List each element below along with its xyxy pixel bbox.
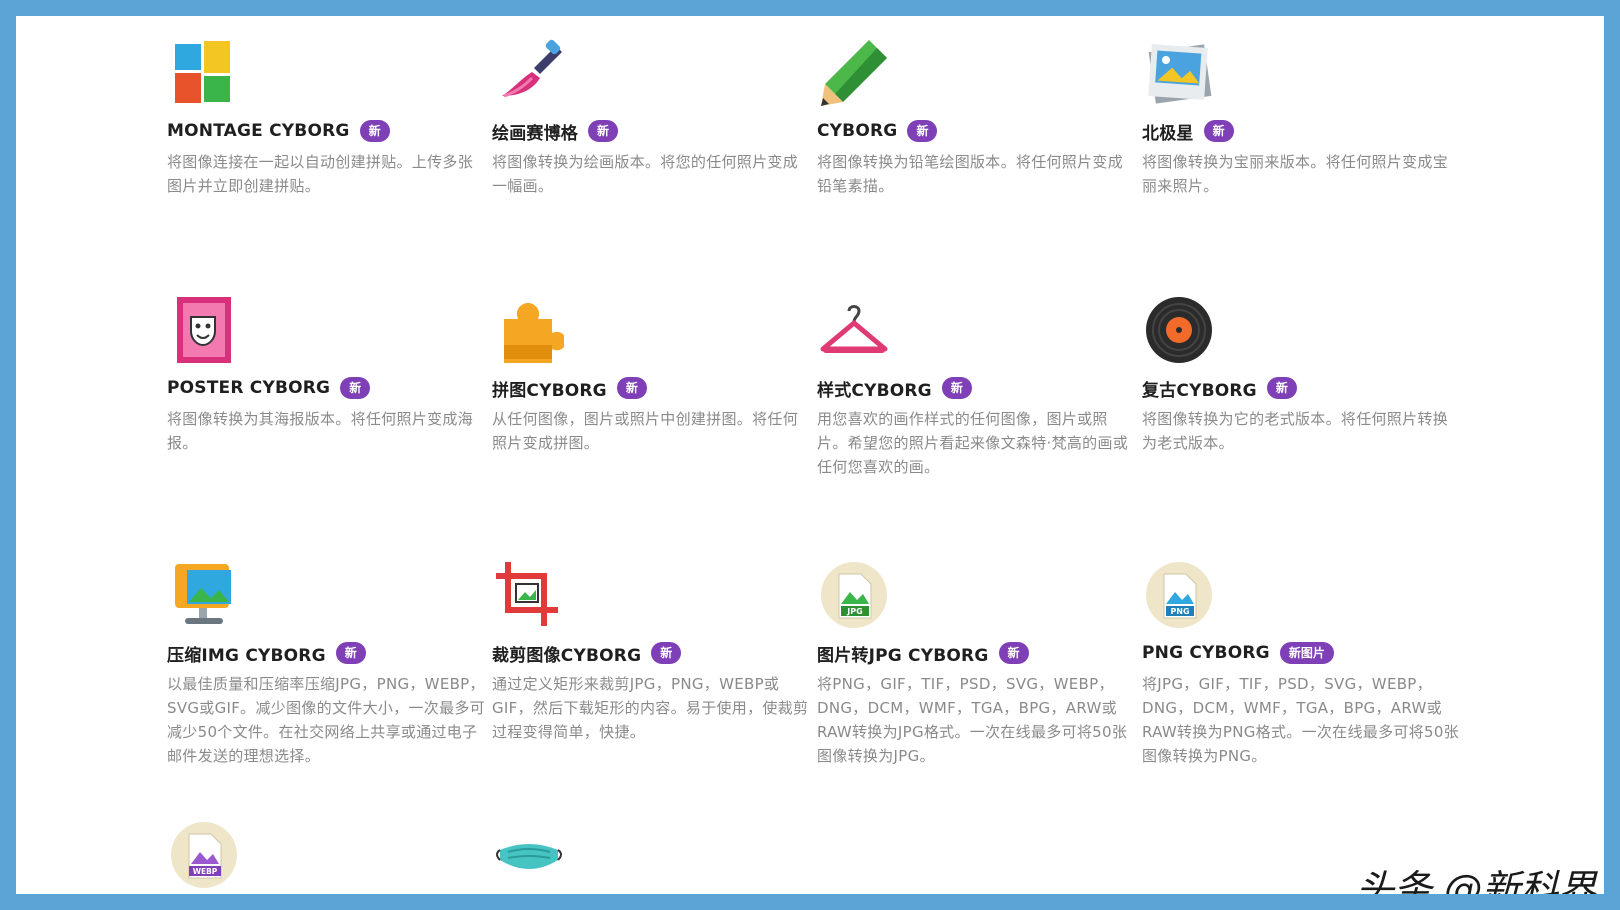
new-badge: 新图片 <box>1279 642 1334 664</box>
tool-description: 将图像转换为它的老式版本。将任何照片转换为老式版本。 <box>1142 410 1449 452</box>
new-badge: 新 <box>588 120 619 142</box>
tool-description: 将JPG，GIF，TIF，PSD，SVG，WEBP，DNG，DCM，WMF，TG… <box>1142 675 1459 765</box>
tool-description: 将PNG，GIF，TIF，PSD，SVG，WEBP，DNG，DCM，WMF，TG… <box>817 675 1128 765</box>
compress-image-icon <box>169 560 239 630</box>
tool-card-retro[interactable]: 复古CYBORG 新 将图像转换为它的老式版本。将任何照片转换为老式版本。 <box>1142 295 1462 455</box>
polaroid-photo-icon <box>1144 38 1214 108</box>
watermark-text: 头条 @新科界 <box>1356 867 1597 894</box>
tool-description: 将图像转换为宝丽来版本。将任何照片变成宝丽来照片。 <box>1142 153 1449 195</box>
tool-card-puzzle[interactable]: 拼图CYBORG 新 从任何图像，图片或照片中创建拼图。将任何照片变成拼图。 <box>492 295 812 455</box>
new-badge: 新 <box>998 642 1029 664</box>
tool-card-webp[interactable]: WEBP <box>167 820 487 890</box>
tool-title: 裁剪图像CYBORG <box>492 645 642 666</box>
tool-card-png[interactable]: PNG PNG CYBORG 新图片 将JPG，GIF，TIF，PSD，SVG，… <box>1142 560 1462 768</box>
tool-description: 将图像连接在一起以自动创建拼贴。上传多张图片并立即创建拼贴。 <box>167 153 474 195</box>
tool-description: 将图像转换为绘画版本。将您的任何照片变成一幅画。 <box>492 153 799 195</box>
tool-description: 从任何图像，图片或照片中创建拼图。将任何照片变成拼图。 <box>492 410 799 452</box>
new-badge: 新 <box>1203 120 1234 142</box>
hanger-icon <box>819 295 889 365</box>
new-badge: 新 <box>616 377 647 399</box>
tool-card-mask[interactable] <box>492 820 812 890</box>
crop-icon <box>494 560 564 630</box>
png-icon-label: PNG <box>1170 607 1189 616</box>
tool-title: POSTER CYBORG <box>167 378 331 398</box>
new-badge: 新 <box>359 120 390 142</box>
face-mask-icon <box>494 820 564 890</box>
theater-mask-poster-icon <box>169 295 239 365</box>
tool-grid-panel: MONTAGE CYBORG 新 将图像连接在一起以自动创建拼贴。上传多张图片并… <box>16 16 1604 894</box>
tool-title: PNG CYBORG <box>1142 643 1270 663</box>
tool-title: 图片转JPG CYBORG <box>817 645 989 666</box>
new-badge: 新 <box>907 120 938 142</box>
tool-card-to-jpg[interactable]: JPG 图片转JPG CYBORG 新 将PNG，GIF，TIF，PSD，SVG… <box>817 560 1137 768</box>
tool-card-pencil[interactable]: CYBORG 新 将图像转换为铅笔绘图版本。将任何照片变成铅笔素描。 <box>817 38 1137 198</box>
puzzle-piece-icon <box>494 295 564 365</box>
new-badge: 新 <box>340 377 371 399</box>
tool-card-montage[interactable]: MONTAGE CYBORG 新 将图像连接在一起以自动创建拼贴。上传多张图片并… <box>167 38 487 198</box>
jpg-file-icon: JPG <box>819 560 889 630</box>
tool-card-painting[interactable]: 绘画赛博格 新 将图像转换为绘画版本。将您的任何照片变成一幅画。 <box>492 38 812 198</box>
new-badge: 新 <box>1266 377 1297 399</box>
tool-title: 复古CYBORG <box>1142 380 1257 401</box>
tool-title: 拼图CYBORG <box>492 380 607 401</box>
tool-title: 样式CYBORG <box>817 380 932 401</box>
tool-title: MONTAGE CYBORG <box>167 121 350 141</box>
tool-description: 将图像转换为其海报版本。将任何照片变成海报。 <box>167 410 474 452</box>
new-badge: 新 <box>651 642 682 664</box>
new-badge: 新 <box>335 642 366 664</box>
tool-card-poster[interactable]: POSTER CYBORG 新 将图像转换为其海报版本。将任何照片变成海报。 <box>167 295 487 455</box>
montage-grid-icon <box>169 38 239 108</box>
tool-card-crop[interactable]: 裁剪图像CYBORG 新 通过定义矩形来裁剪JPG，PNG，WEBP或GIF，然… <box>492 560 812 744</box>
tool-description: 将图像转换为铅笔绘图版本。将任何照片变成铅笔素描。 <box>817 153 1124 195</box>
tool-title: 压缩IMG CYBORG <box>167 645 326 666</box>
tool-card-style[interactable]: 样式CYBORG 新 用您喜欢的画作样式的任何图像，图片或照片。希望您的照片看起… <box>817 295 1137 479</box>
pencil-icon <box>819 38 889 108</box>
webp-file-icon: WEBP <box>169 820 239 890</box>
tool-title: 北极星 <box>1142 123 1194 144</box>
tool-description: 用您喜欢的画作样式的任何图像，图片或照片。希望您的照片看起来像文森特·梵高的画或… <box>817 410 1129 476</box>
vinyl-record-icon <box>1144 295 1214 365</box>
new-badge: 新 <box>941 377 972 399</box>
tool-card-compress[interactable]: 压缩IMG CYBORG 新 以最佳质量和压缩率压缩JPG，PNG，WEBP，S… <box>167 560 487 768</box>
paintbrush-icon <box>494 38 564 108</box>
tool-description: 以最佳质量和压缩率压缩JPG，PNG，WEBP，SVG或GIF。减少图像的文件大… <box>167 675 485 765</box>
jpg-icon-label: JPG <box>846 607 862 616</box>
png-file-icon: PNG <box>1144 560 1214 630</box>
tool-description: 通过定义矩形来裁剪JPG，PNG，WEBP或GIF，然后下载矩形的内容。易于使用… <box>492 675 809 741</box>
tool-card-polaroid[interactable]: 北极星 新 将图像转换为宝丽来版本。将任何照片变成宝丽来照片。 <box>1142 38 1462 198</box>
tool-title: CYBORG <box>817 121 898 141</box>
webp-icon-label: WEBP <box>193 867 218 876</box>
tool-title: 绘画赛博格 <box>492 123 578 144</box>
